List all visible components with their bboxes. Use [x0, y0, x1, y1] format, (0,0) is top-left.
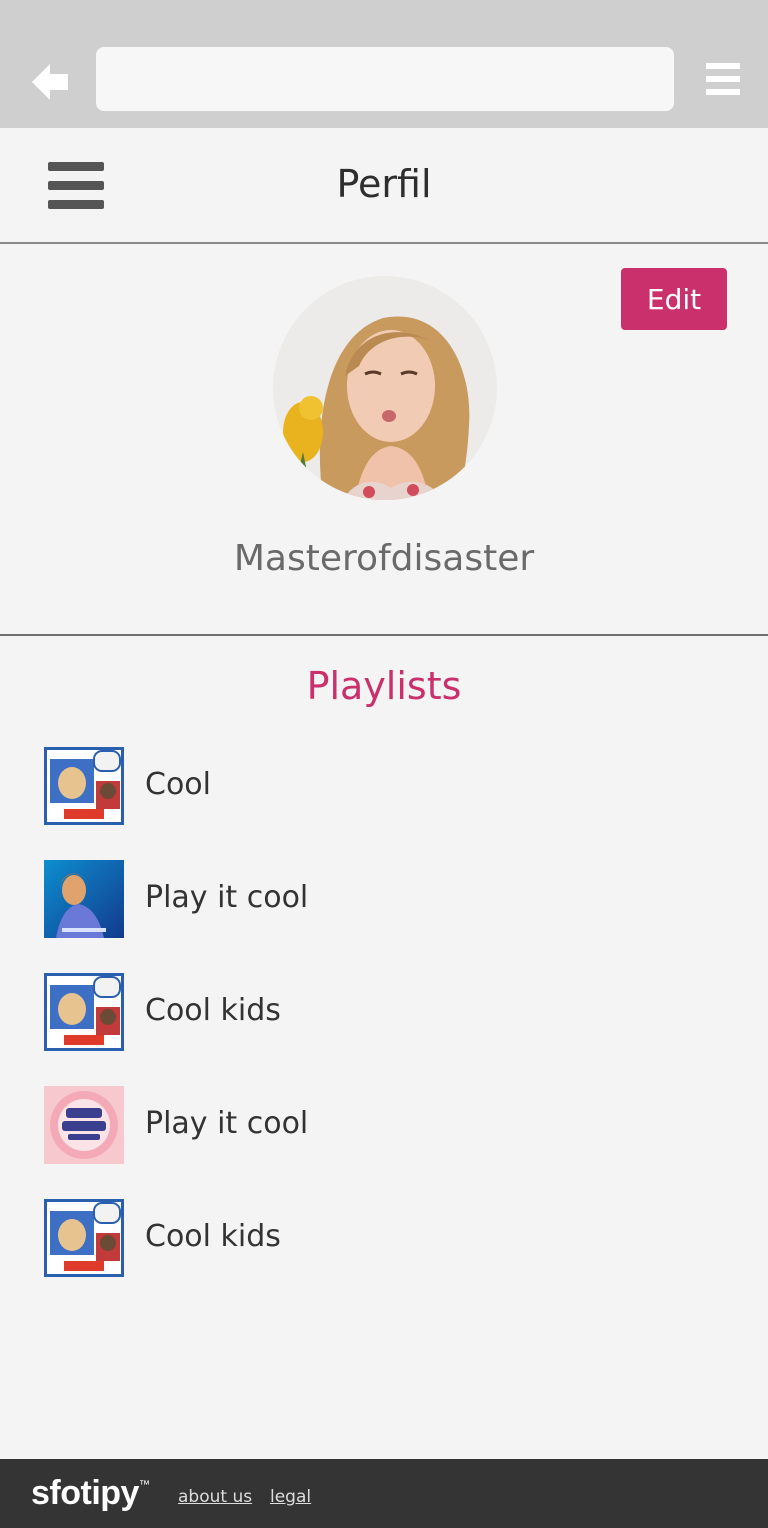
playlist-name: Play it cool	[145, 880, 309, 915]
playlist-item[interactable]: Cool	[44, 747, 724, 827]
playlist-name: Play it cool	[145, 1106, 309, 1141]
playlist-item[interactable]: Cool kids	[44, 973, 724, 1053]
playlist-item[interactable]: Play it cool	[44, 860, 724, 940]
app-header: Perfil	[0, 128, 768, 244]
playlist-name: Cool kids	[145, 1219, 281, 1254]
playlist-name: Cool kids	[145, 993, 281, 1028]
footer-link-about-us[interactable]: about us	[178, 1487, 252, 1507]
username: Masterofdisaster	[233, 538, 535, 579]
brand-name: sfotipy	[31, 1474, 139, 1512]
brand-trademark: ™	[138, 1478, 150, 1491]
playlist-cover-image	[44, 747, 124, 825]
menu-icon[interactable]	[706, 63, 740, 95]
footer: sfotipy™ about us legal	[0, 1459, 768, 1528]
page-title: Perfil	[336, 162, 432, 206]
profile-section: Edit Masterofdisaster	[0, 244, 768, 636]
edit-button[interactable]: Edit	[621, 268, 727, 330]
playlist-cover-image	[44, 1199, 124, 1277]
browser-toolbar	[0, 0, 768, 128]
footer-link-legal[interactable]: legal	[270, 1487, 311, 1507]
playlists-heading: Playlists	[306, 664, 462, 708]
playlist-cover-image	[44, 973, 124, 1051]
address-bar-input[interactable]	[96, 47, 674, 111]
playlist-item[interactable]: Cool kids	[44, 1199, 724, 1279]
avatar[interactable]	[273, 276, 497, 500]
playlist-cover-image	[44, 860, 124, 938]
playlist-name: Cool	[145, 767, 211, 802]
brand-logo[interactable]: sfotipy™	[31, 1474, 150, 1513]
back-arrow-icon[interactable]	[28, 60, 74, 104]
playlist-item[interactable]: Play it cool	[44, 1086, 724, 1166]
playlist-cover-image	[44, 1086, 124, 1164]
